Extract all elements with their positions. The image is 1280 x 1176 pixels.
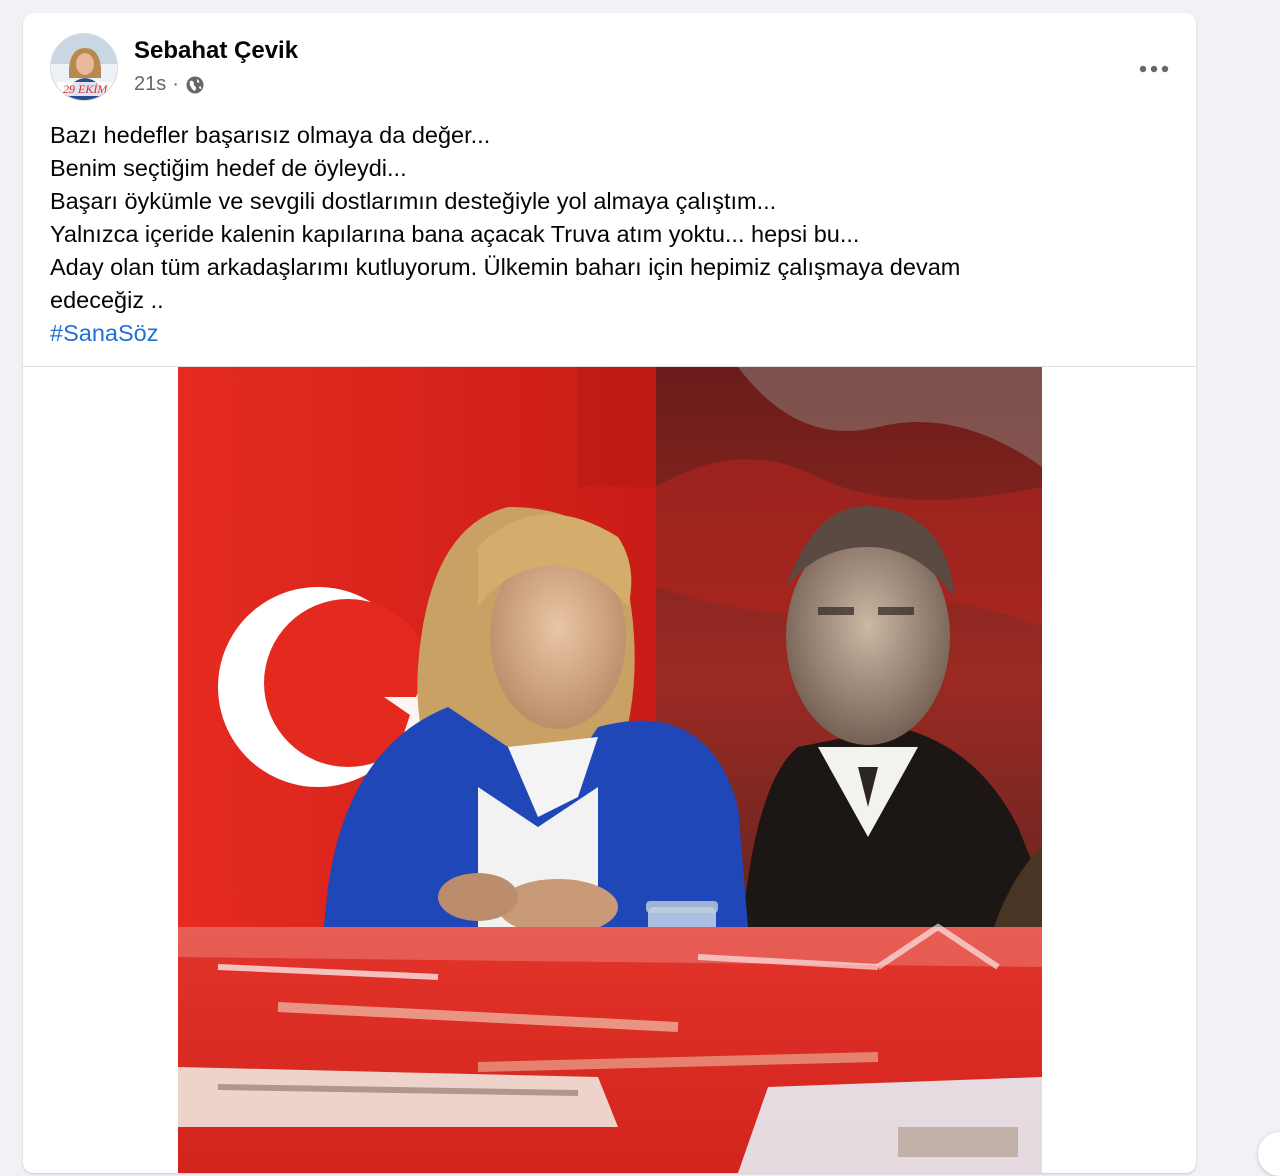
author-avatar[interactable]: 29 EKİM bbox=[50, 33, 118, 101]
meta-separator: · bbox=[172, 73, 179, 95]
more-horizontal-icon bbox=[1139, 65, 1169, 73]
post-photo[interactable] bbox=[178, 367, 1042, 1173]
post-text-line: Başarı öykümle ve sevgili dostlarımın de… bbox=[50, 188, 777, 214]
post-header: 29 EKİM Sebahat Çevik 21s · bbox=[50, 33, 1196, 103]
post-timestamp[interactable]: 21s bbox=[134, 73, 166, 96]
more-options-button[interactable] bbox=[1134, 49, 1174, 89]
post-meta: 21s · bbox=[134, 73, 205, 96]
post-text-line: Aday olan tüm arkadaşlarımı kutluyorum. … bbox=[50, 254, 961, 280]
post-message: Bazı hedefler başarısız olmaya da değer.… bbox=[50, 119, 1130, 350]
globe-icon bbox=[185, 75, 205, 95]
post-text-line: Bazı hedefler başarısız olmaya da değer.… bbox=[50, 122, 491, 148]
post-text-line: edeceğiz .. bbox=[50, 287, 164, 313]
post-text-line: Yalnızca içeride kalenin kapılarına bana… bbox=[50, 221, 860, 247]
floating-action-button[interactable] bbox=[1258, 1132, 1280, 1176]
post-text-line: Benim seçtiğim hedef de öyleydi... bbox=[50, 155, 407, 181]
post-card: 29 EKİM Sebahat Çevik 21s · Bazı hedefle… bbox=[23, 13, 1196, 1173]
avatar-badge-text: 29 EKİM bbox=[63, 82, 108, 96]
author-name[interactable]: Sebahat Çevik bbox=[134, 37, 298, 65]
hashtag-link[interactable]: #SanaSöz bbox=[50, 320, 158, 346]
